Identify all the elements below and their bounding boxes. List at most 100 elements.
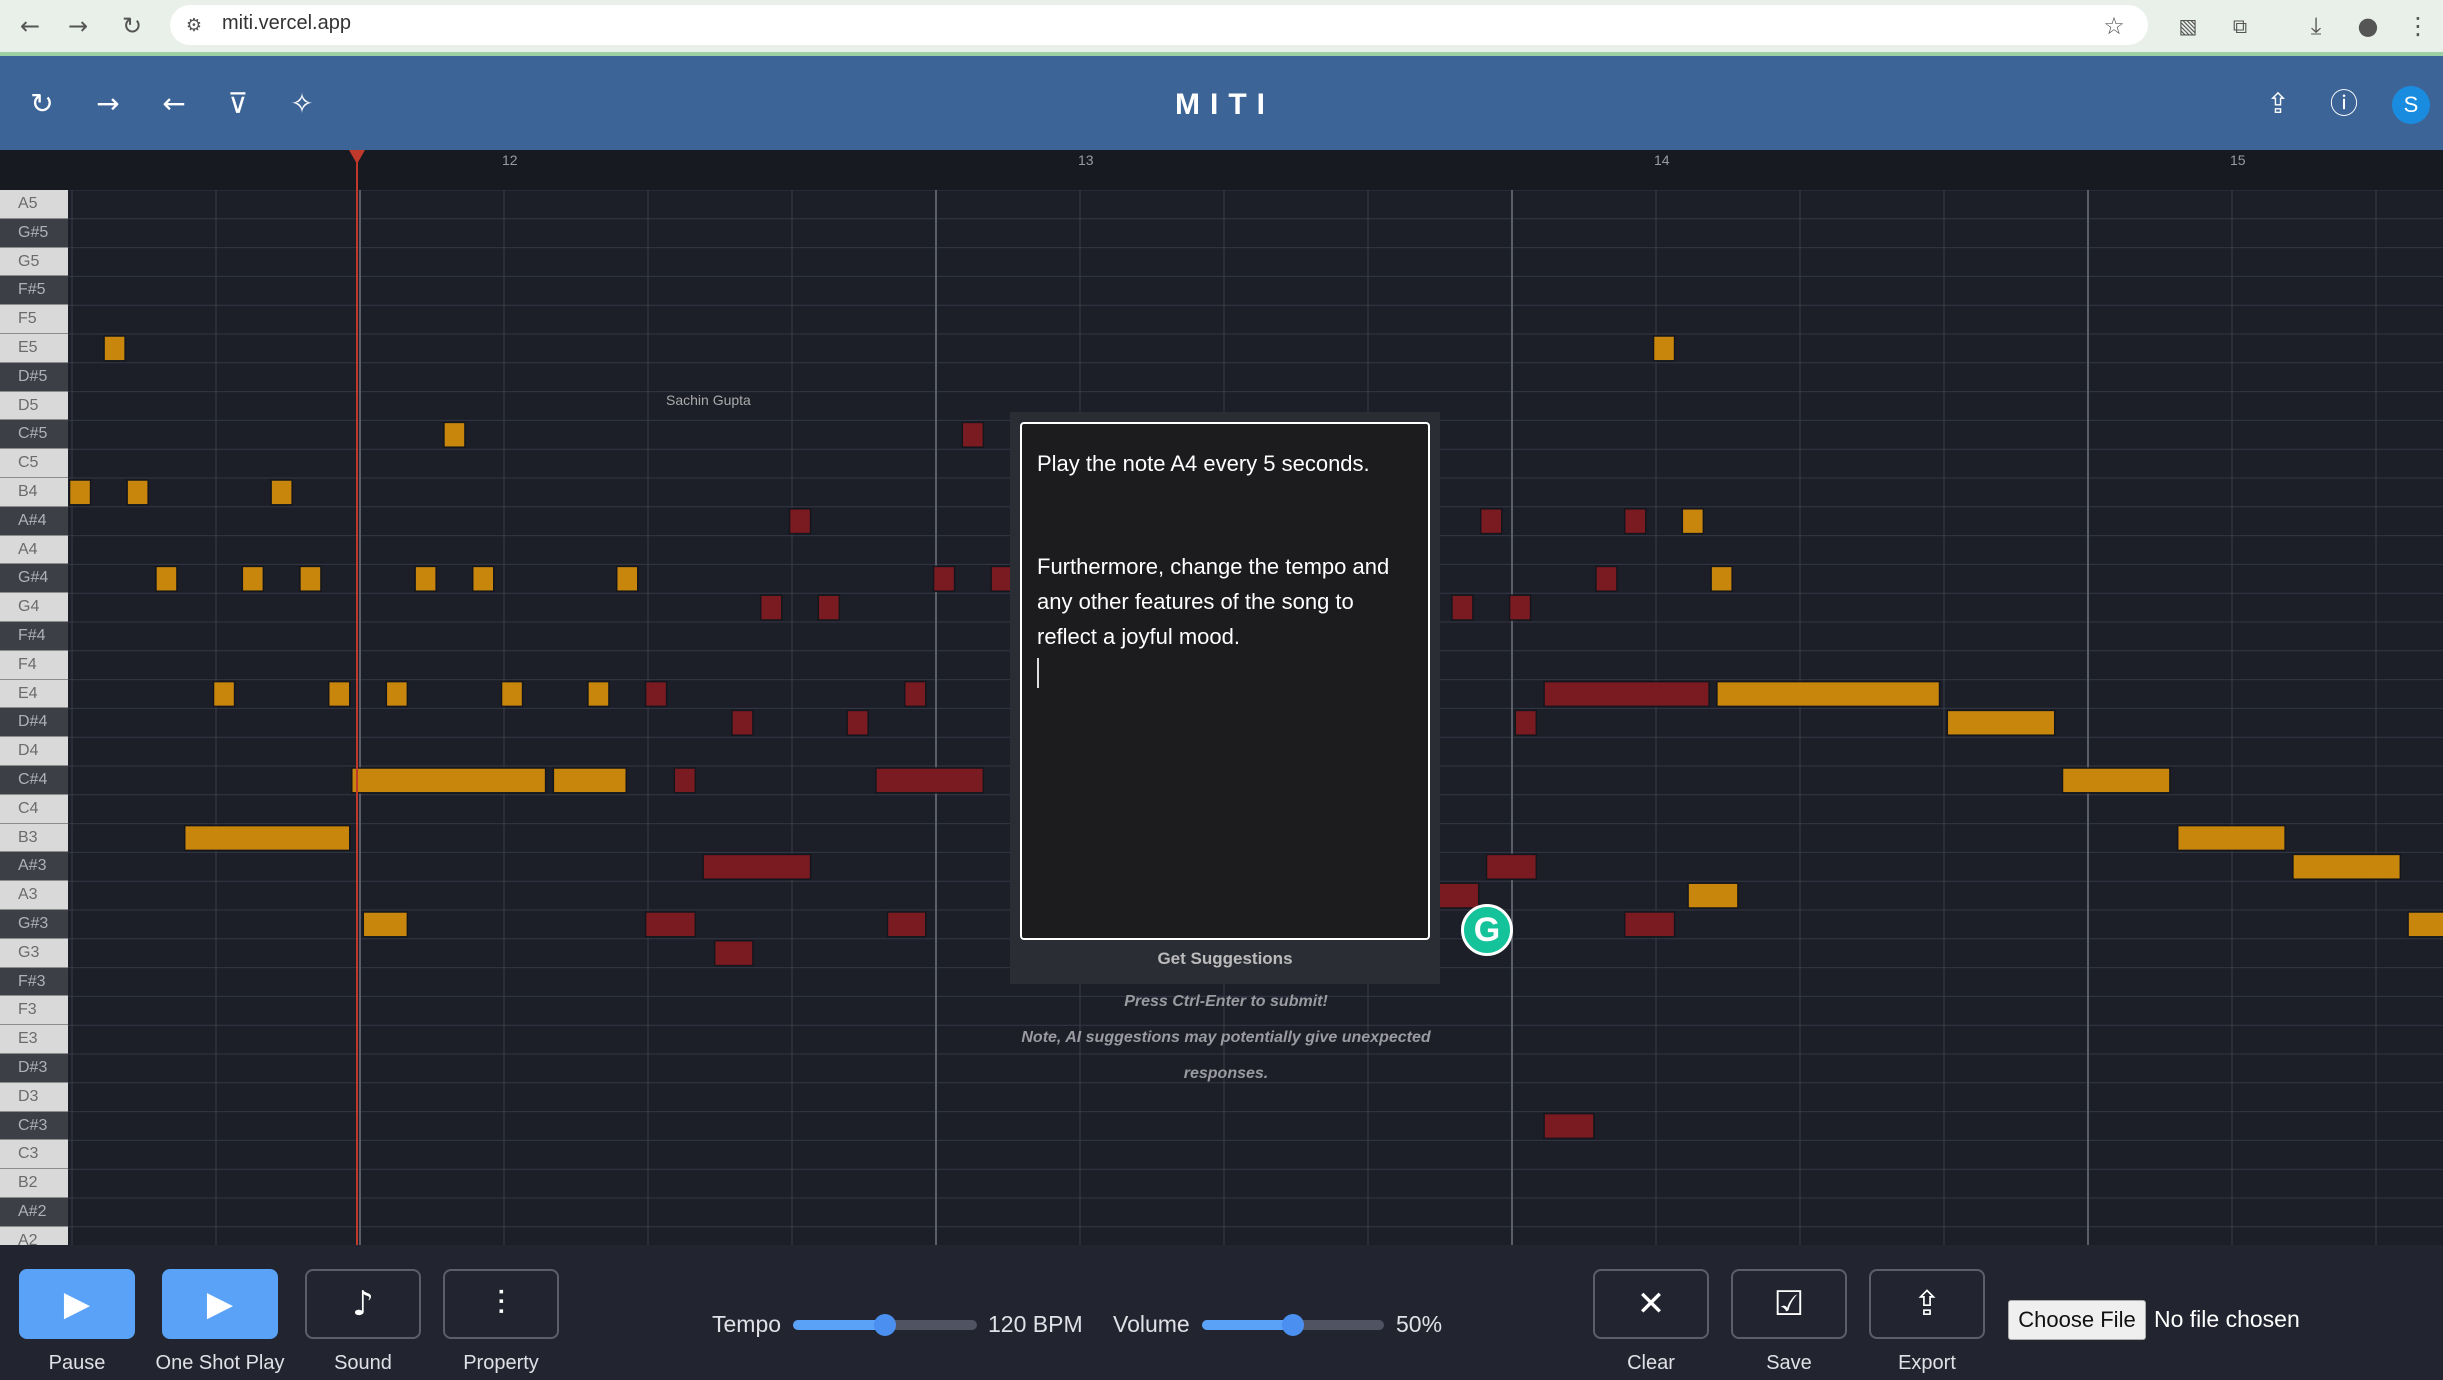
note-block[interactable] (1543, 1112, 1595, 1140)
note-block[interactable] (155, 565, 178, 592)
volume-slider[interactable] (1202, 1314, 1384, 1336)
note-block[interactable] (615, 565, 639, 592)
piano-key[interactable]: C5 (0, 449, 68, 478)
note-block[interactable] (788, 508, 812, 535)
note-block[interactable] (1485, 853, 1538, 880)
note-block[interactable] (1681, 508, 1705, 535)
sound-button[interactable]: ♪ (305, 1269, 421, 1339)
note-block[interactable] (351, 767, 547, 794)
note-block[interactable] (1687, 882, 1739, 909)
piano-key[interactable]: G4 (0, 593, 68, 622)
note-block[interactable] (713, 940, 754, 967)
note-block[interactable] (932, 565, 956, 592)
note-block[interactable] (817, 594, 841, 621)
note-block[interactable] (241, 565, 265, 592)
note-block[interactable] (385, 680, 409, 708)
menu-icon[interactable]: ⋮ (2402, 10, 2434, 42)
note-block[interactable] (875, 767, 985, 794)
download-icon[interactable]: ⤓ (2300, 10, 2332, 42)
redo-icon[interactable]: → (90, 86, 126, 122)
piano-key[interactable]: B4 (0, 477, 68, 507)
piano-key[interactable]: D#5 (0, 362, 68, 392)
note-block[interactable] (673, 767, 697, 794)
note-block[interactable] (126, 479, 149, 506)
piano-key[interactable]: F#5 (0, 276, 68, 306)
piano-key[interactable]: E3 (0, 1025, 68, 1054)
note-block[interactable] (1710, 565, 1733, 592)
back-icon[interactable]: ← (14, 10, 46, 42)
export-button[interactable]: ⇪ (1869, 1269, 1985, 1339)
note-block[interactable] (1946, 709, 2056, 736)
piano-key[interactable]: C#5 (0, 420, 68, 450)
note-block[interactable] (731, 709, 754, 736)
piano-key[interactable]: C3 (0, 1140, 68, 1170)
piano-key[interactable]: E5 (0, 333, 68, 363)
piano-key[interactable]: B3 (0, 823, 68, 853)
note-block[interactable] (903, 680, 927, 708)
note-block[interactable] (1595, 565, 1618, 592)
note-block[interactable] (759, 594, 783, 621)
note-block[interactable] (362, 911, 409, 938)
note-block[interactable] (1514, 709, 1538, 736)
note-block[interactable] (2292, 853, 2402, 880)
note-block[interactable] (2176, 824, 2286, 852)
note-block[interactable] (1508, 594, 1532, 621)
piano-key[interactable]: A5 (0, 190, 68, 219)
note-block[interactable] (414, 565, 437, 592)
note-block[interactable] (886, 911, 927, 938)
note-block[interactable] (990, 565, 1013, 592)
note-block[interactable] (1623, 911, 1676, 938)
share-icon[interactable]: ⇪ (2260, 86, 2296, 122)
note-block[interactable] (1652, 335, 1676, 362)
playhead-line[interactable] (356, 150, 358, 1245)
note-block[interactable] (2407, 911, 2443, 938)
piano-key[interactable]: A4 (0, 535, 68, 565)
property-button[interactable]: ⫶ (443, 1269, 559, 1339)
note-block[interactable] (961, 421, 985, 448)
filter-icon[interactable]: ⊽ (220, 86, 256, 122)
url-text[interactable]: miti.vercel.app (222, 12, 351, 35)
piano-key[interactable]: F3 (0, 996, 68, 1026)
note-block[interactable] (1716, 680, 1941, 708)
note-block[interactable] (471, 565, 495, 592)
forward-icon[interactable]: → (62, 10, 94, 42)
save-button[interactable]: ☑ (1731, 1269, 1847, 1339)
address-bar[interactable] (170, 5, 2148, 45)
magic-icon[interactable]: ✧ (284, 86, 320, 122)
note-block[interactable] (327, 680, 351, 708)
piano-key[interactable]: C4 (0, 794, 68, 824)
prompt-textarea[interactable]: Play the note A4 every 5 seconds. Furthe… (1020, 422, 1430, 940)
note-block[interactable] (846, 709, 869, 736)
note-block[interactable] (1623, 508, 1647, 535)
choose-file-button[interactable]: Choose File (2008, 1300, 2146, 1340)
note-block[interactable] (270, 479, 293, 506)
note-block[interactable] (443, 421, 466, 448)
get-suggestions-button[interactable]: Get Suggestions (1010, 949, 1440, 969)
piano-key[interactable]: B2 (0, 1169, 68, 1198)
piano-key[interactable]: F#3 (0, 967, 68, 997)
one-shot-play-button[interactable]: ▶ (162, 1269, 278, 1339)
note-block[interactable] (702, 853, 812, 880)
note-block[interactable] (1479, 508, 1503, 535)
pause-button[interactable]: ▶ (19, 1269, 135, 1339)
note-block[interactable] (1543, 680, 1710, 708)
note-block[interactable] (299, 565, 322, 592)
undo-icon[interactable]: ← (156, 86, 192, 122)
piano-key[interactable]: A#4 (0, 506, 68, 536)
site-info-icon[interactable]: ⚙ (178, 10, 210, 42)
note-block[interactable] (68, 479, 92, 506)
piano-key[interactable]: D#4 (0, 708, 68, 738)
playhead-marker[interactable] (349, 150, 365, 164)
piano-key[interactable]: D4 (0, 737, 68, 766)
note-block[interactable] (212, 680, 236, 708)
grammarly-icon[interactable]: G (1461, 904, 1513, 956)
tempo-slider[interactable] (793, 1314, 977, 1336)
extension-icon[interactable]: ▧ (2172, 10, 2204, 42)
note-block[interactable] (644, 911, 697, 938)
note-block[interactable] (587, 680, 610, 708)
timeline-ruler[interactable]: 12 13 14 15 (0, 150, 2443, 190)
star-icon[interactable]: ☆ (2098, 10, 2130, 42)
puzzle-icon[interactable]: ⧉ (2224, 10, 2256, 42)
avatar[interactable]: S (2392, 86, 2430, 124)
volume-slider-thumb[interactable] (1282, 1314, 1304, 1336)
